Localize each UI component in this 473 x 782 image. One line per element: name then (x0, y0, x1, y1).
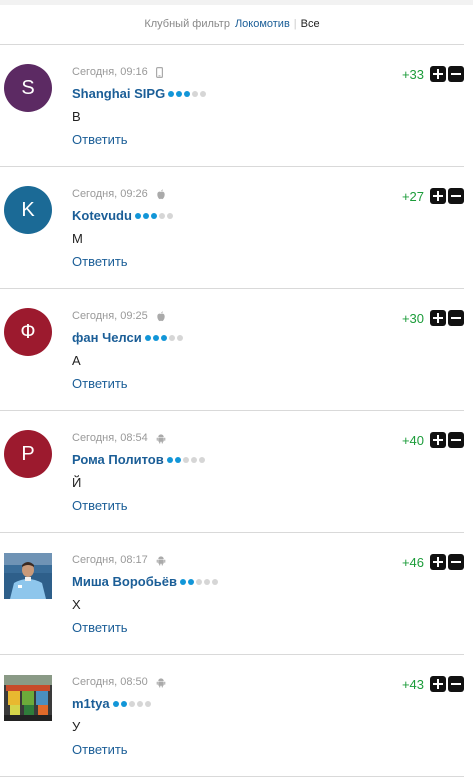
user-level-indicator (134, 212, 175, 219)
comment-author[interactable]: Kotevudu (72, 208, 132, 223)
comment-author[interactable]: Рома Политов (72, 452, 164, 467)
reply-link[interactable]: Ответить (72, 254, 128, 269)
downvote-minus-icon[interactable] (448, 66, 464, 82)
comment-item: K Сегодня, 09:26 Kotevudu М Ответить +27 (0, 167, 464, 289)
filter-separator: | (293, 18, 297, 30)
author-row: Shanghai SIPG (72, 86, 208, 101)
comment-author[interactable]: m1tya (72, 696, 110, 711)
comment-time: Сегодня, 09:16 (72, 66, 148, 78)
user-level-indicator (168, 90, 208, 97)
comment-time: Сегодня, 09:25 (72, 310, 148, 322)
android-icon (156, 677, 166, 688)
comment-rating: +46 (402, 554, 464, 570)
author-row: Рома Политов (72, 452, 207, 467)
avatar-letter: K (21, 198, 35, 221)
author-row: фан Челси (72, 330, 185, 345)
comment-text: М (72, 231, 83, 246)
comment-item: Р Сегодня, 08:54 Рома Политов Й Ответить… (0, 411, 464, 533)
comment-time: Сегодня, 08:50 (72, 676, 148, 688)
comment-rating: +27 (402, 188, 464, 204)
avatar-letter: S (21, 76, 35, 99)
rating-score: +30 (401, 310, 424, 326)
comment-meta: Сегодня, 09:16 (72, 66, 163, 78)
author-row: m1tya (72, 696, 153, 711)
user-level-indicator (112, 700, 153, 707)
reply-link[interactable]: Ответить (72, 742, 128, 757)
avatar[interactable]: Ф (4, 308, 52, 356)
upvote-plus-icon[interactable] (430, 188, 446, 204)
reply-link[interactable]: Ответить (72, 132, 128, 147)
upvote-plus-icon[interactable] (430, 310, 446, 326)
comment-time: Сегодня, 08:17 (72, 554, 148, 566)
reply-link[interactable]: Ответить (72, 620, 128, 635)
reply-link[interactable]: Ответить (72, 376, 128, 391)
comment-text: А (72, 353, 81, 368)
rating-score: +43 (401, 676, 424, 692)
author-row: Kotevudu (72, 208, 175, 223)
apple-icon (156, 188, 166, 200)
android-icon (156, 555, 166, 566)
rating-score: +27 (401, 188, 424, 204)
comment-author[interactable]: Shanghai SIPG (72, 86, 165, 101)
downvote-minus-icon[interactable] (448, 676, 464, 692)
comment-time: Сегодня, 08:54 (72, 432, 148, 444)
comment-rating: +40 (402, 432, 464, 448)
comment-text: Й (72, 475, 82, 490)
avatar-letter: Ф (20, 320, 36, 343)
upvote-plus-icon[interactable] (430, 554, 446, 570)
club-filter-link[interactable]: Локомотив (235, 18, 290, 30)
comment-rating: +30 (402, 310, 464, 326)
android-icon (156, 433, 166, 444)
upvote-plus-icon[interactable] (430, 66, 446, 82)
comment-author[interactable]: Миша Воробьёв (72, 574, 177, 589)
comment-author[interactable]: фан Челси (72, 330, 142, 345)
apple-icon (156, 310, 166, 322)
comment-text: В (72, 109, 81, 124)
avatar[interactable] (4, 553, 52, 599)
rating-score: +33 (401, 66, 424, 82)
upvote-plus-icon[interactable] (430, 432, 446, 448)
comment-rating: +43 (402, 676, 464, 692)
reply-link[interactable]: Ответить (72, 498, 128, 513)
author-row: Миша Воробьёв (72, 574, 220, 589)
comment-rating: +33 (402, 66, 464, 82)
comment-item: Сегодня, 08:17 Миша Воробьёв Х Ответить … (0, 533, 464, 655)
comment-text: Х (72, 597, 81, 612)
comment-meta: Сегодня, 09:25 (72, 310, 166, 322)
rating-score: +40 (401, 432, 424, 448)
avatar[interactable]: S (4, 64, 52, 112)
comment-item: Сегодня, 08:50 m1tya У Ответить +43 (0, 655, 464, 777)
downvote-minus-icon[interactable] (448, 554, 464, 570)
upvote-plus-icon[interactable] (430, 676, 446, 692)
comment-text: У (72, 719, 81, 734)
avatar-letter: Р (21, 442, 35, 465)
downvote-minus-icon[interactable] (448, 188, 464, 204)
club-filter-bar: Клубный фильтр Локомотив | Все (0, 4, 464, 45)
comment-item: Ф Сегодня, 09:25 фан Челси А Ответить +3… (0, 289, 464, 411)
comment-item: S Сегодня, 09:16 Shanghai SIPG В Ответит… (0, 45, 464, 167)
user-level-indicator (179, 578, 220, 585)
comment-meta: Сегодня, 08:17 (72, 554, 166, 566)
comment-time: Сегодня, 09:26 (72, 188, 148, 200)
avatar[interactable]: K (4, 186, 52, 234)
rating-score: +46 (401, 554, 424, 570)
user-level-indicator (144, 334, 185, 341)
mobile-icon (155, 66, 163, 78)
user-level-indicator (166, 456, 207, 463)
avatar[interactable] (4, 675, 52, 721)
comment-meta: Сегодня, 08:50 (72, 676, 166, 688)
downvote-minus-icon[interactable] (448, 432, 464, 448)
comment-meta: Сегодня, 09:26 (72, 188, 166, 200)
filter-all-link[interactable]: Все (301, 18, 320, 30)
downvote-minus-icon[interactable] (448, 310, 464, 326)
club-filter-label: Клубный фильтр (144, 18, 230, 30)
avatar[interactable]: Р (4, 430, 52, 478)
comment-meta: Сегодня, 08:54 (72, 432, 166, 444)
